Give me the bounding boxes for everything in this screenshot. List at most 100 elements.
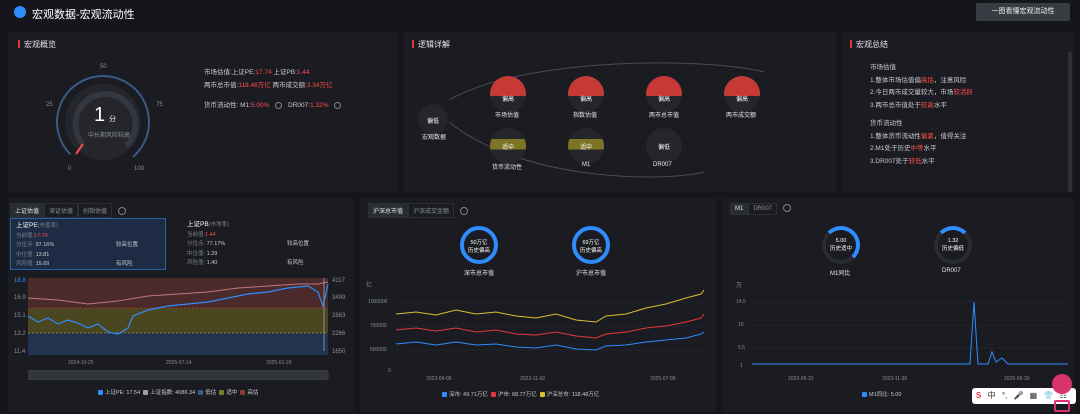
logic-bottom-node-label: 货币流动性: [492, 165, 523, 171]
summary-item: 3.两市总市值处于较高水平: [870, 101, 947, 109]
tab-cy-valuation[interactable]: 创指估值: [78, 203, 113, 218]
overview-title: 宏观概览: [24, 40, 56, 49]
summary-section-heading: 货币流动性: [870, 120, 903, 127]
y-axis-label: 2266: [332, 331, 346, 337]
liquidity-line: 货币流动性: M1:5.00% DR007:1.32%: [204, 99, 342, 109]
logic-bottom-node[interactable]: 偏低: [646, 128, 682, 164]
logic-top-node[interactable]: 偏高: [490, 76, 526, 112]
x-axis-label: 2023-05-31: [788, 376, 814, 382]
pe-card[interactable]: 上证PE(市盈率) 当前值:17.74 分位点: 97.16% 较高位置 中位值:…: [10, 218, 166, 270]
x-axis-label: 2025-06-30: [1004, 376, 1030, 382]
center-node[interactable]: 偏低: [418, 104, 448, 134]
logic-top-node-label: 指数估值: [573, 113, 598, 119]
legend-item[interactable]: 上证PE: 17.54: [98, 390, 140, 396]
center-node-label: 宏观数据: [422, 135, 447, 141]
market-chart: [396, 289, 708, 351]
center-node-badge: 偏低: [426, 119, 439, 125]
zoom-slider[interactable]: [28, 370, 329, 380]
skin-icon[interactable]: 👕: [1043, 391, 1053, 400]
assistant-avatar-icon[interactable]: [1052, 374, 1072, 394]
legend-item[interactable]: 沪市: 68.77万亿: [490, 392, 537, 398]
money-chart: [752, 301, 1068, 365]
tab-sz-valuation[interactable]: 深证估值: [44, 203, 79, 218]
logic-top-node[interactable]: 偏高: [724, 76, 760, 112]
y-axis-unit: 万: [736, 283, 743, 289]
legend-item[interactable]: 低估: [198, 390, 216, 396]
market-panel: 沪深总市值 沪深成交金额 50万亿 历史偏高 深市总市值 69万亿 历史偏高 沪市…: [360, 198, 716, 412]
market-legend: 深市: 49.71万亿 沪市: 68.77万亿 沪深总市: 118.48万亿: [442, 390, 599, 398]
x-axis-label: 2023-11-02: [520, 376, 546, 382]
summary-panel: 宏观总结 市场估值 1.整体市场估值偏高估，注意风险 2.今日两市成交量较大，市…: [842, 32, 1074, 192]
dr007-value: 1.32%: [310, 102, 329, 109]
gauge-tick-25: 25: [46, 102, 53, 108]
legend-item[interactable]: M1同比: 5.00: [862, 392, 901, 398]
summary-item: 1.整体货币流动性偏紧，值得关注: [870, 132, 967, 140]
valuation-legend: 上证PE: 17.54 上证指数: 4086.34 低估 适中 高估: [98, 388, 258, 396]
summary-item: 2.M1处于历史中等水平: [870, 145, 937, 152]
logic-bottom-node[interactable]: 适中: [568, 128, 604, 164]
dr007-ring: 1.32 历史偏低: [934, 226, 972, 264]
y-axis-unit: 亿: [366, 283, 373, 289]
y-axis-label: 2883: [332, 313, 346, 319]
y-axis-label: 14.5: [736, 299, 746, 305]
keyboard-icon[interactable]: ▦: [1030, 391, 1038, 400]
logic-top-node[interactable]: 偏高: [646, 76, 682, 112]
ime-lang-toggle[interactable]: 中: [988, 391, 996, 400]
valuation-line: 市场估值:上证PE:17.74 上证PB:1.44: [204, 69, 310, 76]
section-marker: [18, 40, 20, 48]
sh-mcap-label: 沪市总市值: [576, 271, 607, 277]
summary-scrollbar[interactable]: [1068, 52, 1072, 192]
tab-m1[interactable]: M1: [730, 203, 749, 215]
sz-mcap-label: 深市总市值: [464, 271, 495, 277]
y-axis-label: 1: [740, 363, 743, 369]
money-legend: M1同比: 5.00: [862, 390, 901, 398]
summary-content: 市场估值 1.整体市场估值偏高估，注意风险 2.今日两市成交量较大，市场较活跃 …: [870, 62, 973, 168]
market-tabs: 沪深总市值 沪深成交金额: [368, 203, 468, 218]
sz-mcap-ring: 50万亿 历史偏高: [460, 226, 498, 264]
guide-button-label: 一图看懂宏观流动性: [991, 8, 1055, 15]
tab-sh-valuation[interactable]: 上证估值: [10, 203, 45, 218]
help-icon[interactable]: [459, 207, 468, 216]
tab-total-mcap[interactable]: 沪深总市值: [368, 203, 409, 218]
logic-top-node-label: 两市总市值: [649, 113, 680, 119]
y-axis-label: 750000: [370, 323, 387, 329]
y-axis-label: 16.9: [14, 295, 26, 301]
legend-item[interactable]: 上证指数: 4086.34: [143, 390, 195, 396]
logic-bottom-node-label: M1: [582, 162, 591, 168]
summary-section-heading: 市场估值: [870, 64, 896, 71]
y-axis-label: 0: [388, 368, 391, 374]
help-icon[interactable]: [275, 101, 283, 109]
legend-item[interactable]: 高估: [240, 390, 258, 396]
x-axis-label: 2025-01-29: [266, 360, 292, 366]
logic-top-node[interactable]: 偏高: [568, 76, 604, 112]
tab-dr007[interactable]: DR007: [748, 203, 778, 215]
gauge-tick-75: 75: [156, 102, 163, 108]
x-axis-label: 2023-11-30: [882, 376, 908, 382]
logic-panel: 逻辑详解 偏低 宏观数据 偏高 市场估值 偏高 指数估值 偏高 两市总市值 偏高…: [404, 32, 836, 192]
market-cap-value: 118.48万亿: [238, 82, 271, 89]
gauge-tick-0: 0: [68, 166, 72, 172]
y-axis-label: 3499: [332, 295, 346, 301]
ime-punct-toggle[interactable]: °,: [1002, 391, 1007, 400]
legend-item[interactable]: 沪深总市: 118.48万亿: [539, 392, 599, 398]
pb-card[interactable]: 上证PB(市净率) 当前值:1.44 分位点: 77.17% 较高位置 中位值: …: [182, 218, 338, 270]
help-icon[interactable]: [334, 101, 342, 109]
gauge-tick-100: 100: [134, 166, 145, 172]
y-axis-label: 13.2: [14, 331, 26, 337]
zoom-slider-handle[interactable]: [29, 371, 329, 379]
x-axis-label: 2025-07-14: [166, 360, 192, 366]
legend-item[interactable]: 适中: [219, 390, 237, 396]
microphone-icon[interactable]: 🎤: [1013, 391, 1023, 400]
tab-turnover[interactable]: 沪深成交金额: [408, 203, 455, 218]
legend-item[interactable]: 深市: 49.71万亿: [442, 392, 488, 398]
summary-item: 1.整体市场估值偏高估，注意风险: [870, 76, 967, 84]
logic-bottom-node[interactable]: 适中: [490, 128, 526, 164]
mail-icon[interactable]: [1054, 400, 1070, 412]
help-icon[interactable]: [117, 207, 126, 216]
y-axis-label: 15.1: [14, 313, 26, 319]
market-line: 两市总市值:118.48万亿 两市成交额:3.34万亿: [204, 82, 333, 89]
help-icon[interactable]: [782, 204, 791, 213]
ime-logo-icon[interactable]: S: [976, 391, 981, 400]
score-unit: 分: [109, 116, 116, 123]
guide-button[interactable]: 一图看懂宏观流动性: [976, 3, 1070, 21]
